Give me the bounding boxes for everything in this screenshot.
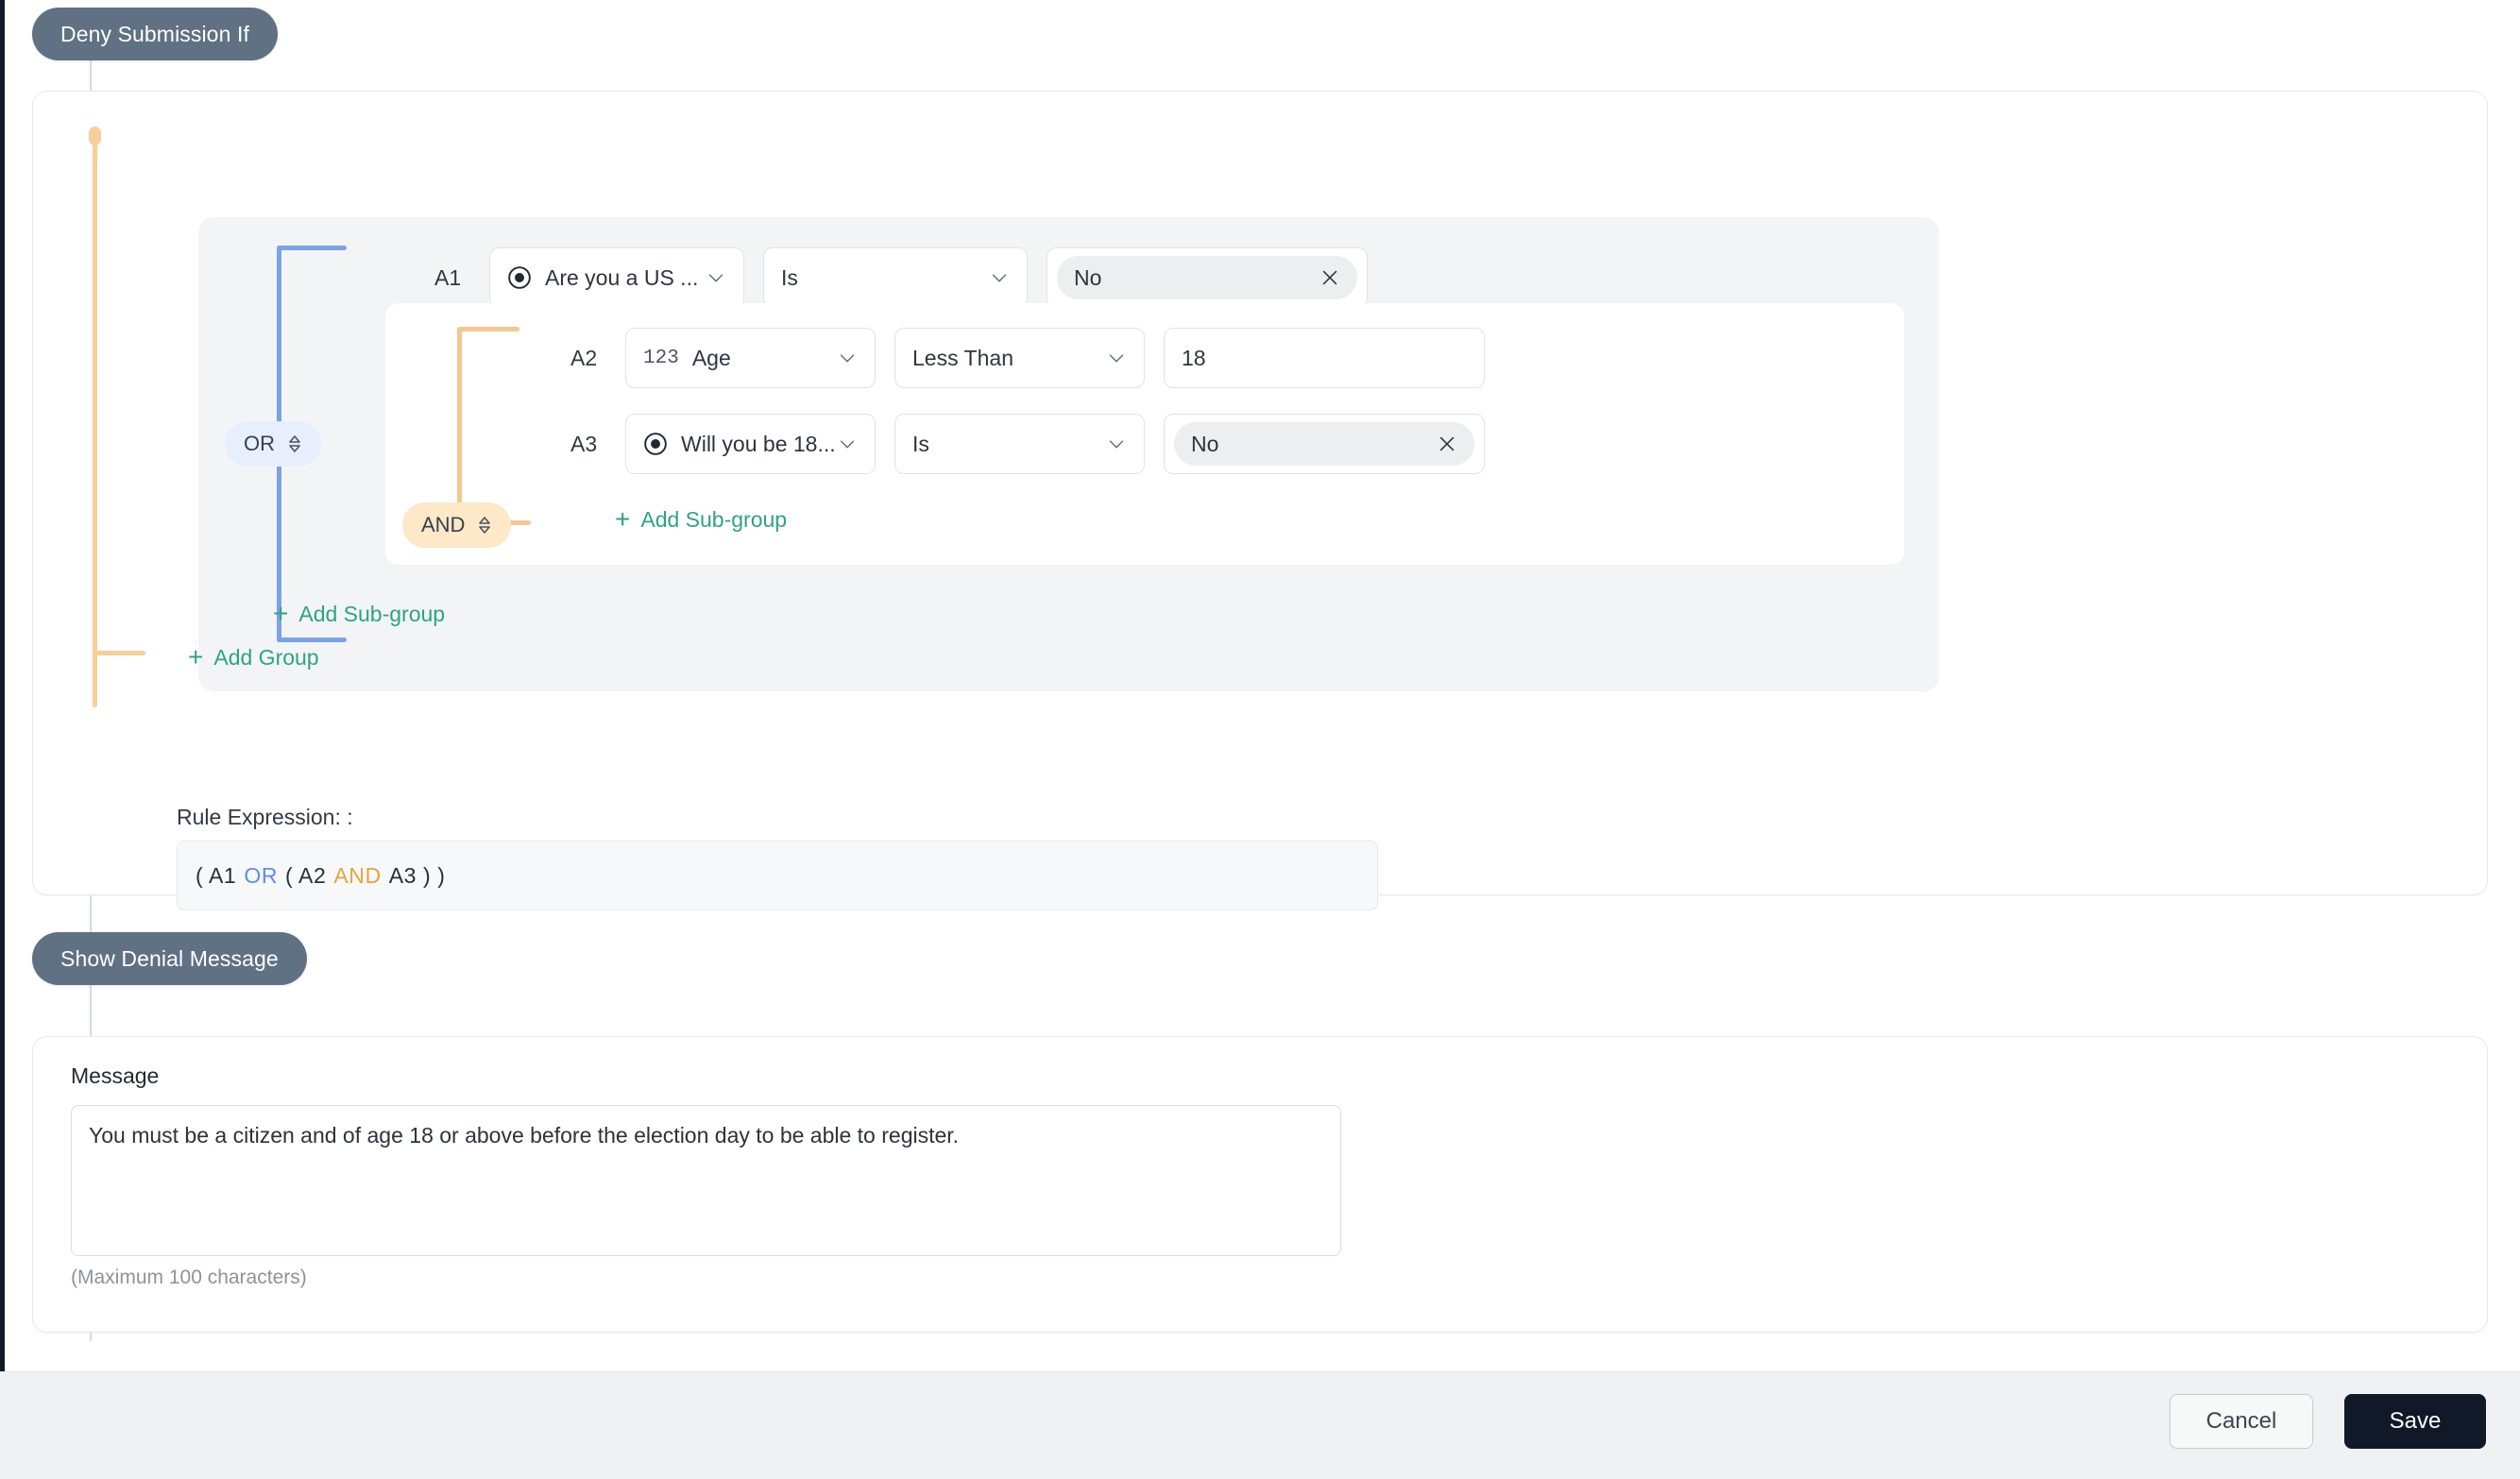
rule-expression-or-token: OR bbox=[244, 862, 279, 888]
operator-select-a2[interactable]: Less Than bbox=[894, 328, 1145, 388]
chevron-down-icon bbox=[1106, 434, 1127, 454]
value-field-a3[interactable]: No bbox=[1164, 414, 1485, 474]
or-operator-toggle[interactable]: OR bbox=[225, 421, 321, 467]
condition-group-panel: OR A1 Are you a US ... Is No AND A2 123 … bbox=[198, 217, 1939, 691]
message-textarea[interactable] bbox=[71, 1105, 1341, 1256]
plus-icon: + bbox=[615, 504, 631, 534]
and-bracket: AND bbox=[402, 327, 531, 548]
operator-select-a1-label: Is bbox=[781, 264, 798, 290]
rule-expression-part-2: ( A2 bbox=[285, 862, 327, 888]
chevron-down-icon bbox=[1106, 348, 1127, 368]
operator-select-a3[interactable]: Is bbox=[894, 414, 1145, 474]
operator-select-a1[interactable]: Is bbox=[763, 247, 1028, 308]
condition-tag-a1: A1 bbox=[434, 264, 462, 290]
rule-expression-and-token: AND bbox=[333, 862, 382, 888]
add-subgroup-inner-label: Add Sub-group bbox=[640, 506, 788, 532]
operator-select-a2-label: Less Than bbox=[912, 345, 1013, 370]
save-button[interactable]: Save bbox=[2344, 1394, 2486, 1449]
and-operator-label: AND bbox=[421, 513, 466, 536]
chevron-down-icon bbox=[706, 267, 726, 288]
condition-tag-a2: A2 bbox=[570, 345, 598, 370]
deny-submission-pill-container: Deny Submission If bbox=[32, 8, 278, 60]
field-select-a2-label: Age bbox=[691, 345, 731, 370]
close-icon[interactable] bbox=[1320, 267, 1340, 288]
and-bracket-line bbox=[457, 327, 462, 525]
plus-icon: + bbox=[273, 599, 289, 628]
condition-row-a1: A1 Are you a US ... Is No bbox=[434, 247, 1368, 308]
chevron-down-icon bbox=[837, 348, 858, 368]
value-chip-a1-label: No bbox=[1074, 264, 1102, 290]
add-subgroup-outer-button[interactable]: + Add Sub-group bbox=[273, 601, 445, 627]
condition-tag-a3: A3 bbox=[570, 431, 598, 456]
radio-icon bbox=[507, 265, 532, 290]
and-operator-toggle[interactable]: AND bbox=[402, 502, 512, 548]
and-bracket-top-stub bbox=[457, 327, 519, 332]
or-bracket-top-stub bbox=[277, 246, 347, 250]
operator-select-a3-label: Is bbox=[912, 431, 929, 456]
or-bracket-bottom-stub bbox=[277, 638, 347, 642]
add-group-label: Add Group bbox=[213, 644, 319, 670]
chevron-up-down-icon bbox=[477, 515, 492, 536]
rule-expression-label: Rule Expression: : bbox=[177, 805, 353, 829]
rule-expression-part-1: ( A1 bbox=[196, 862, 237, 888]
group-bracket-line bbox=[93, 134, 97, 707]
message-character-hint: (Maximum 100 characters) bbox=[71, 1266, 307, 1288]
value-input-a2[interactable]: 18 bbox=[1164, 328, 1485, 388]
field-select-a3-label: Will you be 18... bbox=[681, 431, 836, 456]
close-icon[interactable] bbox=[1437, 434, 1457, 454]
radio-icon bbox=[643, 432, 668, 456]
rule-expression-part-3: A3 ) ) bbox=[388, 862, 446, 888]
group-bracket-orange bbox=[89, 127, 149, 707]
add-group-button[interactable]: + Add Group bbox=[188, 644, 319, 671]
plus-icon: + bbox=[188, 642, 204, 672]
denial-message-card: Message (Maximum 100 characters) bbox=[32, 1036, 2488, 1333]
field-select-a1[interactable]: Are you a US ... bbox=[489, 247, 744, 308]
value-field-a1[interactable]: No bbox=[1047, 247, 1368, 308]
chevron-down-icon bbox=[989, 267, 1010, 288]
cancel-button[interactable]: Cancel bbox=[2170, 1394, 2313, 1449]
condition-row-a3: A3 Will you be 18... Is No bbox=[570, 414, 1485, 474]
field-select-a2[interactable]: 123 Age bbox=[625, 328, 876, 388]
value-chip-a1[interactable]: No bbox=[1057, 256, 1357, 299]
field-select-a1-label: Are you a US ... bbox=[545, 264, 699, 290]
condition-row-a2: A2 123 Age Less Than 18 bbox=[570, 328, 1485, 388]
group-bracket-stub bbox=[93, 651, 145, 655]
or-bracket: OR bbox=[225, 246, 354, 642]
number-icon: 123 bbox=[643, 347, 679, 369]
deny-submission-if-pill[interactable]: Deny Submission If bbox=[32, 8, 278, 60]
add-subgroup-inner-button[interactable]: + Add Sub-group bbox=[615, 506, 787, 533]
show-denial-message-pill-container: Show Denial Message bbox=[32, 932, 307, 985]
deny-condition-card: OR A1 Are you a US ... Is No AND A2 123 … bbox=[32, 91, 2488, 910]
field-select-a3[interactable]: Will you be 18... bbox=[625, 414, 876, 474]
value-chip-a3[interactable]: No bbox=[1174, 422, 1474, 466]
show-denial-message-pill[interactable]: Show Denial Message bbox=[32, 932, 307, 985]
value-chip-a3-label: No bbox=[1191, 431, 1219, 456]
or-operator-label: OR bbox=[244, 432, 275, 455]
message-label: Message bbox=[71, 1063, 160, 1088]
left-edge-strip bbox=[0, 0, 5, 1371]
chevron-up-down-icon bbox=[287, 434, 302, 454]
footer-bar: Cancel Save bbox=[0, 1371, 2520, 1479]
footer-actions: Cancel Save bbox=[2170, 1394, 2486, 1449]
rule-expression-box: ( A1 OR ( A2 AND A3 ) ) bbox=[177, 841, 1378, 910]
add-subgroup-outer-label: Add Sub-group bbox=[298, 601, 446, 626]
condition-subgroup-panel: AND A2 123 Age Less Than 18 A3 Will you … bbox=[385, 303, 1904, 565]
chevron-down-icon bbox=[837, 434, 858, 454]
